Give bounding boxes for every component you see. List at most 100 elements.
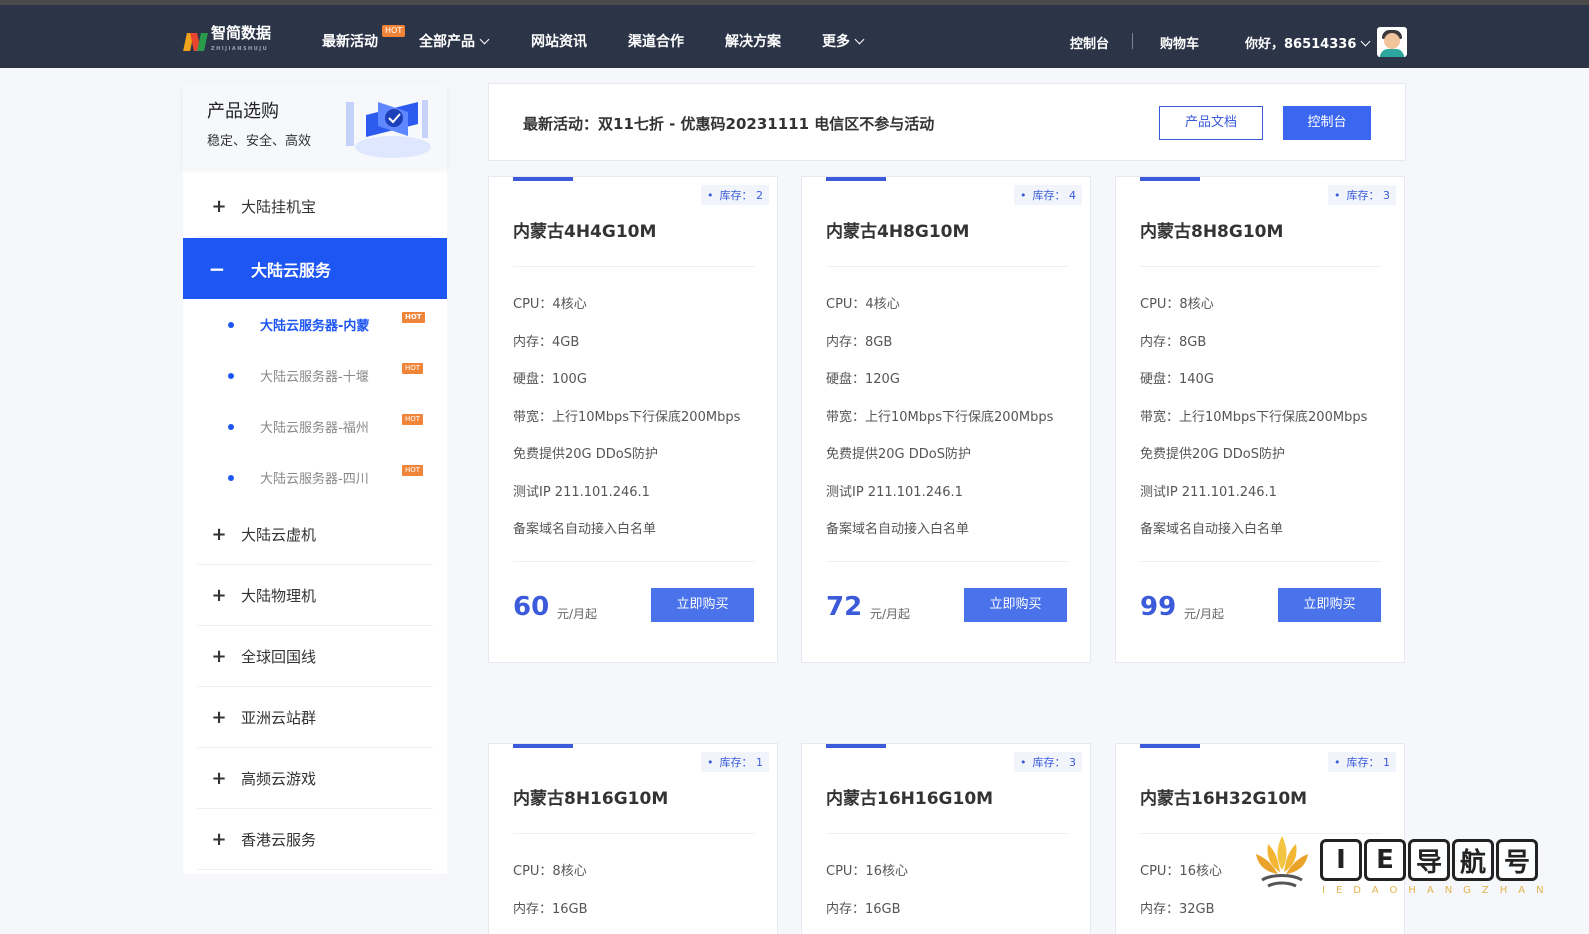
stock-badge: 库存： 1 — [701, 752, 769, 772]
spec-whitelist: 备案域名自动接入白名单 — [1140, 522, 1284, 537]
spec-ddos: 免费提供20G DDoS防护 — [826, 447, 971, 462]
product-name: 内蒙古8H16G10M — [513, 789, 669, 809]
spec-bandwidth: 带宽：上行10Mbps下行保底200Mbps — [826, 410, 1054, 425]
nav-item-solutions[interactable]: 解决方案 — [725, 31, 781, 51]
stock-badge: 库存： 3 — [1014, 752, 1082, 772]
spec-disk: 硬盘：120G — [826, 372, 900, 387]
product-card: 库存： 4 内蒙古4H8G10M CPU：4核心 内存：8GB 硬盘：120G … — [801, 176, 1091, 663]
nav-item-latest-activity[interactable]: 最新活动 HOT — [322, 25, 406, 51]
spec-disk: 硬盘：140G — [1140, 372, 1214, 387]
console-link[interactable]: 控制台 — [1070, 33, 1109, 52]
logo-icon — [183, 29, 208, 53]
sidebar-category-hongkong-cloud[interactable]: + 香港云服务 — [197, 809, 433, 870]
spec-memory: 内存：16GB — [826, 902, 901, 917]
sidebar-subitem-shiyan[interactable]: 大陆云服务器-十堰 HOT — [183, 350, 447, 401]
nav-item-more[interactable]: 更多 — [822, 31, 865, 51]
hot-badge: HOT — [382, 25, 406, 37]
logo[interactable]: 智简数据 ZHIJIANSHUJU — [183, 24, 272, 57]
sidebar-category-global-return[interactable]: + 全球回国线 — [197, 626, 433, 687]
spec-cpu: CPU：4核心 — [513, 297, 587, 312]
plus-icon: + — [211, 767, 227, 789]
spec-whitelist: 备案域名自动接入白名单 — [826, 522, 970, 537]
sidebar-category-virtual-host[interactable]: + 大陆云虚机 — [197, 504, 433, 565]
sidebar-category-mainland-hosting[interactable]: + 大陆挂机宝 — [197, 176, 433, 237]
spec-bandwidth: 带宽：上行10Mbps下行保底200Mbps — [513, 410, 741, 425]
logo-subtext: ZHIJIANSHUJU — [211, 46, 269, 52]
sidebar-category-cloud-gaming[interactable]: + 高频云游戏 — [197, 748, 433, 809]
plus-icon: + — [211, 584, 227, 606]
spec-test-ip: 测试IP 211.101.246.1 — [1140, 485, 1277, 500]
sidebar-header: 产品选购 稳定、安全、高效 — [183, 84, 447, 168]
hot-badge: HOT — [402, 363, 424, 374]
plus-icon: + — [211, 195, 227, 217]
bullet-icon — [228, 474, 234, 481]
price: 60 — [513, 592, 550, 622]
sidebar-subtitle: 稳定、安全、高效 — [207, 134, 312, 149]
product-card: 库存： 1 内蒙古8H16G10M CPU：8核心 内存：16GB — [488, 743, 778, 934]
user-menu[interactable]: 你好，86514336 — [1245, 33, 1371, 52]
sidebar-subitem-fuzhou[interactable]: 大陆云服务器-福州 HOT — [183, 401, 447, 452]
bullet-icon — [228, 372, 234, 379]
hot-badge: HOT — [402, 414, 424, 425]
spec-memory: 内存：16GB — [513, 902, 588, 917]
sidebar-subitem-neimeng[interactable]: 大陆云服务器-内蒙 HOT — [183, 299, 447, 350]
bullet-icon — [228, 423, 234, 430]
product-card: 库存： 3 内蒙古8H8G10M CPU：8核心 内存：8GB 硬盘：140G … — [1115, 176, 1405, 663]
spec-bandwidth: 带宽：上行10Mbps下行保底200Mbps — [1140, 410, 1368, 425]
product-docs-button[interactable]: 产品文档 — [1159, 106, 1263, 140]
spec-cpu: CPU：16核心 — [1140, 864, 1222, 879]
chevron-down-icon — [854, 34, 865, 45]
spec-cpu: CPU：16核心 — [826, 864, 908, 879]
sidebar-category-mainland-cloud[interactable]: − 大陆云服务 — [183, 238, 447, 299]
avatar[interactable] — [1377, 27, 1407, 57]
product-name: 内蒙古16H32G10M — [1140, 789, 1308, 809]
spec-cpu: CPU：8核心 — [1140, 297, 1214, 312]
sidebar-category-physical[interactable]: + 大陆物理机 — [197, 565, 433, 626]
stock-badge: 库存： 2 — [701, 185, 769, 205]
plus-icon: + — [211, 645, 227, 667]
lotus-logo-icon — [1256, 836, 1308, 888]
product-name: 内蒙古4H8G10M — [826, 222, 970, 242]
nav-item-news[interactable]: 网站资讯 — [531, 31, 587, 51]
buy-now-button[interactable]: 立即购买 — [964, 588, 1067, 622]
buy-now-button[interactable]: 立即购买 — [1278, 588, 1381, 622]
stock-badge: 库存： 3 — [1328, 185, 1396, 205]
bullet-icon — [228, 321, 234, 328]
spec-disk: 硬盘：100G — [513, 372, 587, 387]
product-card: 库存： 2 内蒙古4H4G10M CPU：4核心 内存：4GB 硬盘：100G … — [488, 176, 778, 663]
plus-icon: + — [211, 828, 227, 850]
buy-now-button[interactable]: 立即购买 — [651, 588, 754, 622]
minus-icon: − — [208, 256, 226, 281]
product-name: 内蒙古4H4G10M — [513, 222, 657, 242]
promo-text: 最新活动：双11七折 - 优惠码20231111 电信区不参与活动 — [523, 115, 935, 133]
price-unit: 元/月起 — [870, 607, 911, 621]
nav-item-all-products[interactable]: 全部产品 — [419, 31, 490, 51]
top-navbar: 智简数据 ZHIJIANSHUJU 最新活动 HOT 全部产品 网站资讯 渠道合作 … — [0, 0, 1589, 68]
price: 72 — [826, 592, 863, 622]
nav-item-channel[interactable]: 渠道合作 — [628, 31, 684, 51]
sidebar-subitem-sichuan[interactable]: 大陆云服务器-四川 HOT — [183, 452, 447, 503]
server-illustration-icon — [346, 100, 431, 158]
watermark: I E 导 航 号 IEDAOHANGZHAN — [1248, 830, 1548, 900]
sidebar-title: 产品选购 — [207, 101, 279, 122]
spec-ddos: 免费提供20G DDoS防护 — [1140, 447, 1285, 462]
chevron-down-icon — [479, 34, 490, 45]
cart-link[interactable]: 购物车 — [1160, 33, 1199, 52]
sidebar-category-asia-site-group[interactable]: + 亚洲云站群 — [197, 687, 433, 748]
console-button[interactable]: 控制台 — [1283, 106, 1371, 140]
stock-badge: 库存： 4 — [1014, 185, 1082, 205]
spec-whitelist: 备案域名自动接入白名单 — [513, 522, 657, 537]
price-unit: 元/月起 — [1184, 607, 1225, 621]
product-name: 内蒙古16H16G10M — [826, 789, 994, 809]
logo-text: 智简数据 — [211, 24, 272, 42]
spec-memory: 内存：4GB — [513, 335, 580, 350]
price-unit: 元/月起 — [557, 607, 598, 621]
product-name: 内蒙古8H8G10M — [1140, 222, 1284, 242]
promo-banner: 最新活动：双11七折 - 优惠码20231111 电信区不参与活动 产品文档 控… — [488, 83, 1406, 161]
spec-memory: 内存：8GB — [1140, 335, 1207, 350]
spec-test-ip: 测试IP 211.101.246.1 — [826, 485, 963, 500]
spec-test-ip: 测试IP 211.101.246.1 — [513, 485, 650, 500]
spec-memory: 内存：32GB — [1140, 902, 1215, 917]
spec-memory: 内存：8GB — [826, 335, 893, 350]
plus-icon: + — [211, 706, 227, 728]
